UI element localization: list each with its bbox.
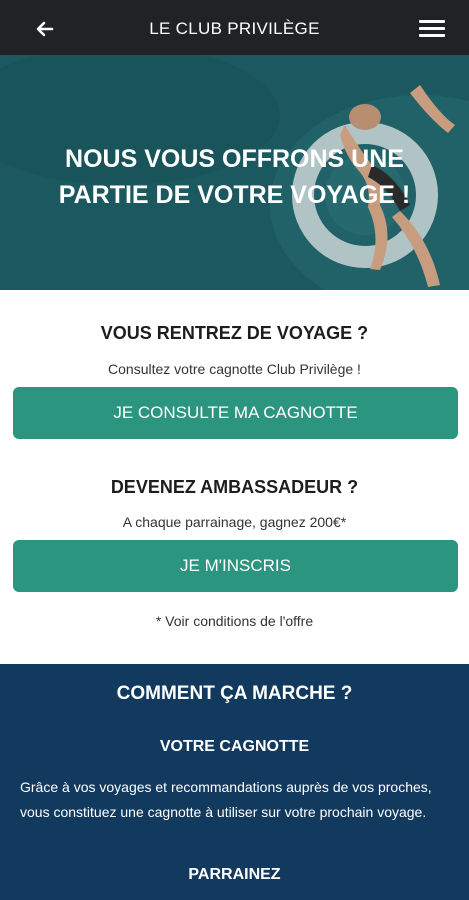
hero-banner: NOUS VOUS OFFRONS UNE PARTIE DE VOTRE VO… (0, 55, 469, 290)
hero-title-line: PARTIE DE VOTRE VOYAGE ! (58, 181, 411, 209)
cagnotte-description: Grâce à vos voyages et recommandations a… (20, 779, 432, 820)
menu-bar (419, 20, 445, 23)
consult-cagnotte-button[interactable]: JE CONSULTE MA CAGNOTTE (13, 387, 458, 439)
cagnotte-text: Consultez votre cagnotte Club Privilège … (108, 361, 361, 377)
ambassadeur-text: A chaque parrainage, gagnez 200€* (122, 514, 347, 530)
signup-button[interactable]: JE M'INSCRIS (13, 540, 458, 592)
how-it-works-section: COMMENT ÇA MARCHE ? VOTRE CAGNOTTE Grâce… (0, 664, 469, 900)
menu-bar (419, 34, 445, 37)
menu-bar (419, 27, 445, 30)
hero-title-line: NOUS VOUS OFFRONS UNE (65, 145, 404, 173)
cagnotte-subtitle: VOTRE CAGNOTTE (159, 738, 310, 755)
app-header: LE CLUB PRIVILÈGE (0, 0, 469, 55)
hero-title: NOUS VOUS OFFRONS UNE PARTIE DE VOTRE VO… (0, 141, 469, 213)
page-title: LE CLUB PRIVILÈGE (149, 19, 320, 38)
conditions-link[interactable]: * Voir conditions de l'offre (0, 613, 469, 629)
hamburger-menu-button[interactable] (419, 20, 445, 38)
parrainez-subtitle: PARRAINEZ (188, 866, 281, 883)
cagnotte-heading: VOUS RENTREZ DE VOYAGE ? (100, 323, 369, 343)
how-title: COMMENT ÇA MARCHE ? (116, 683, 353, 704)
ambassadeur-heading: DEVENEZ AMBASSADEUR ? (110, 477, 359, 497)
